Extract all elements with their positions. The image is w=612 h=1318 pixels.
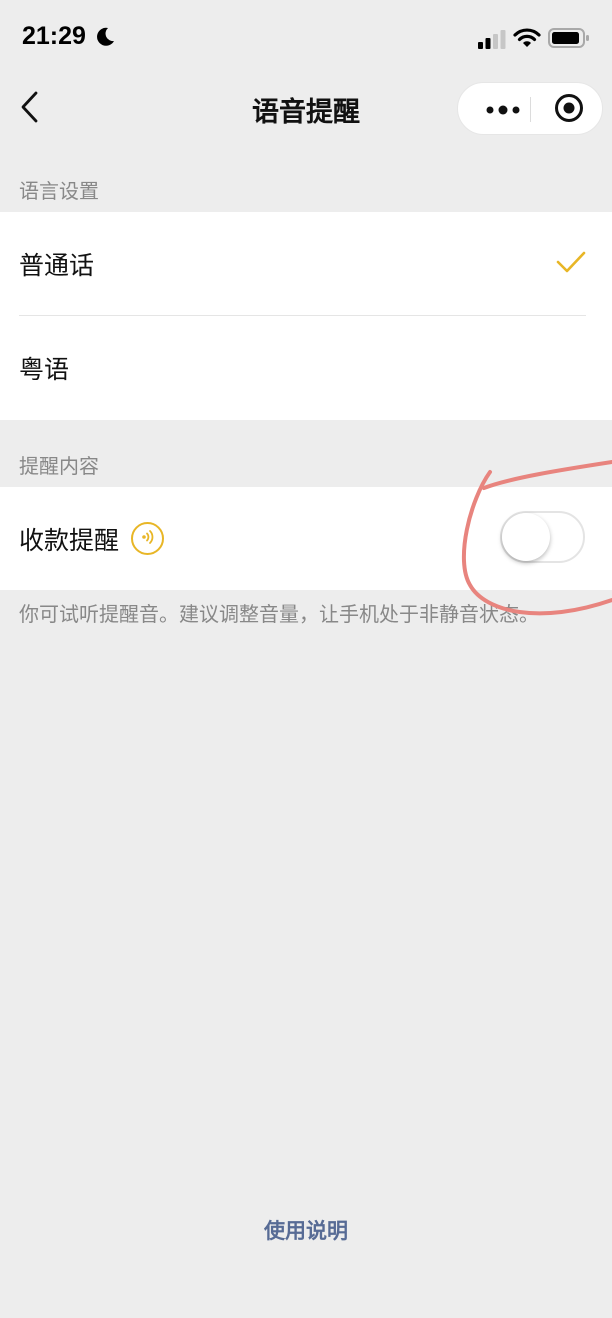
- hint-text: 你可试听提醒音。建议调整音量，让手机处于非静音状态。: [19, 602, 539, 626]
- reminder-section-header: 提醒内容: [19, 454, 99, 478]
- toggle-knob: [502, 513, 550, 561]
- language-option-mandarin[interactable]: 普通话: [0, 212, 612, 316]
- moon-icon: [94, 26, 116, 52]
- language-options: 普通话 粤语: [0, 212, 612, 420]
- menu-capsule: [457, 82, 603, 135]
- nav-bar: 语音提醒: [0, 76, 612, 142]
- usage-instructions-link[interactable]: 使用说明: [0, 1215, 612, 1245]
- sound-preview-button[interactable]: [131, 522, 165, 555]
- status-time: 21:29: [22, 22, 86, 50]
- more-button[interactable]: [476, 83, 530, 136]
- language-option-label: 普通话: [19, 251, 95, 280]
- battery-icon: [548, 28, 590, 52]
- payment-reminder-label: 收款提醒: [19, 525, 120, 555]
- signal-icon: [478, 29, 506, 53]
- status-bar: 21:29: [0, 0, 612, 76]
- sound-icon: [138, 524, 158, 553]
- payment-reminder-toggle[interactable]: [500, 511, 585, 563]
- language-option-label: 粤语: [19, 355, 70, 384]
- more-icon: [486, 100, 520, 119]
- close-miniprogram-button[interactable]: [544, 83, 594, 136]
- capsule-divider: [530, 97, 531, 122]
- check-icon: [556, 250, 586, 280]
- voice-reminder-page: 21:29 语音提醒 语言设置 普通话 粤语 提醒内容 收款提醒 你可试听提醒音…: [0, 0, 612, 1318]
- reminder-options: 收款提醒: [0, 487, 612, 590]
- target-icon: [554, 93, 584, 127]
- language-section-header: 语言设置: [19, 179, 99, 203]
- wifi-icon: [513, 27, 541, 53]
- payment-reminder-row: 收款提醒: [0, 487, 612, 590]
- language-option-cantonese[interactable]: 粤语: [0, 316, 612, 420]
